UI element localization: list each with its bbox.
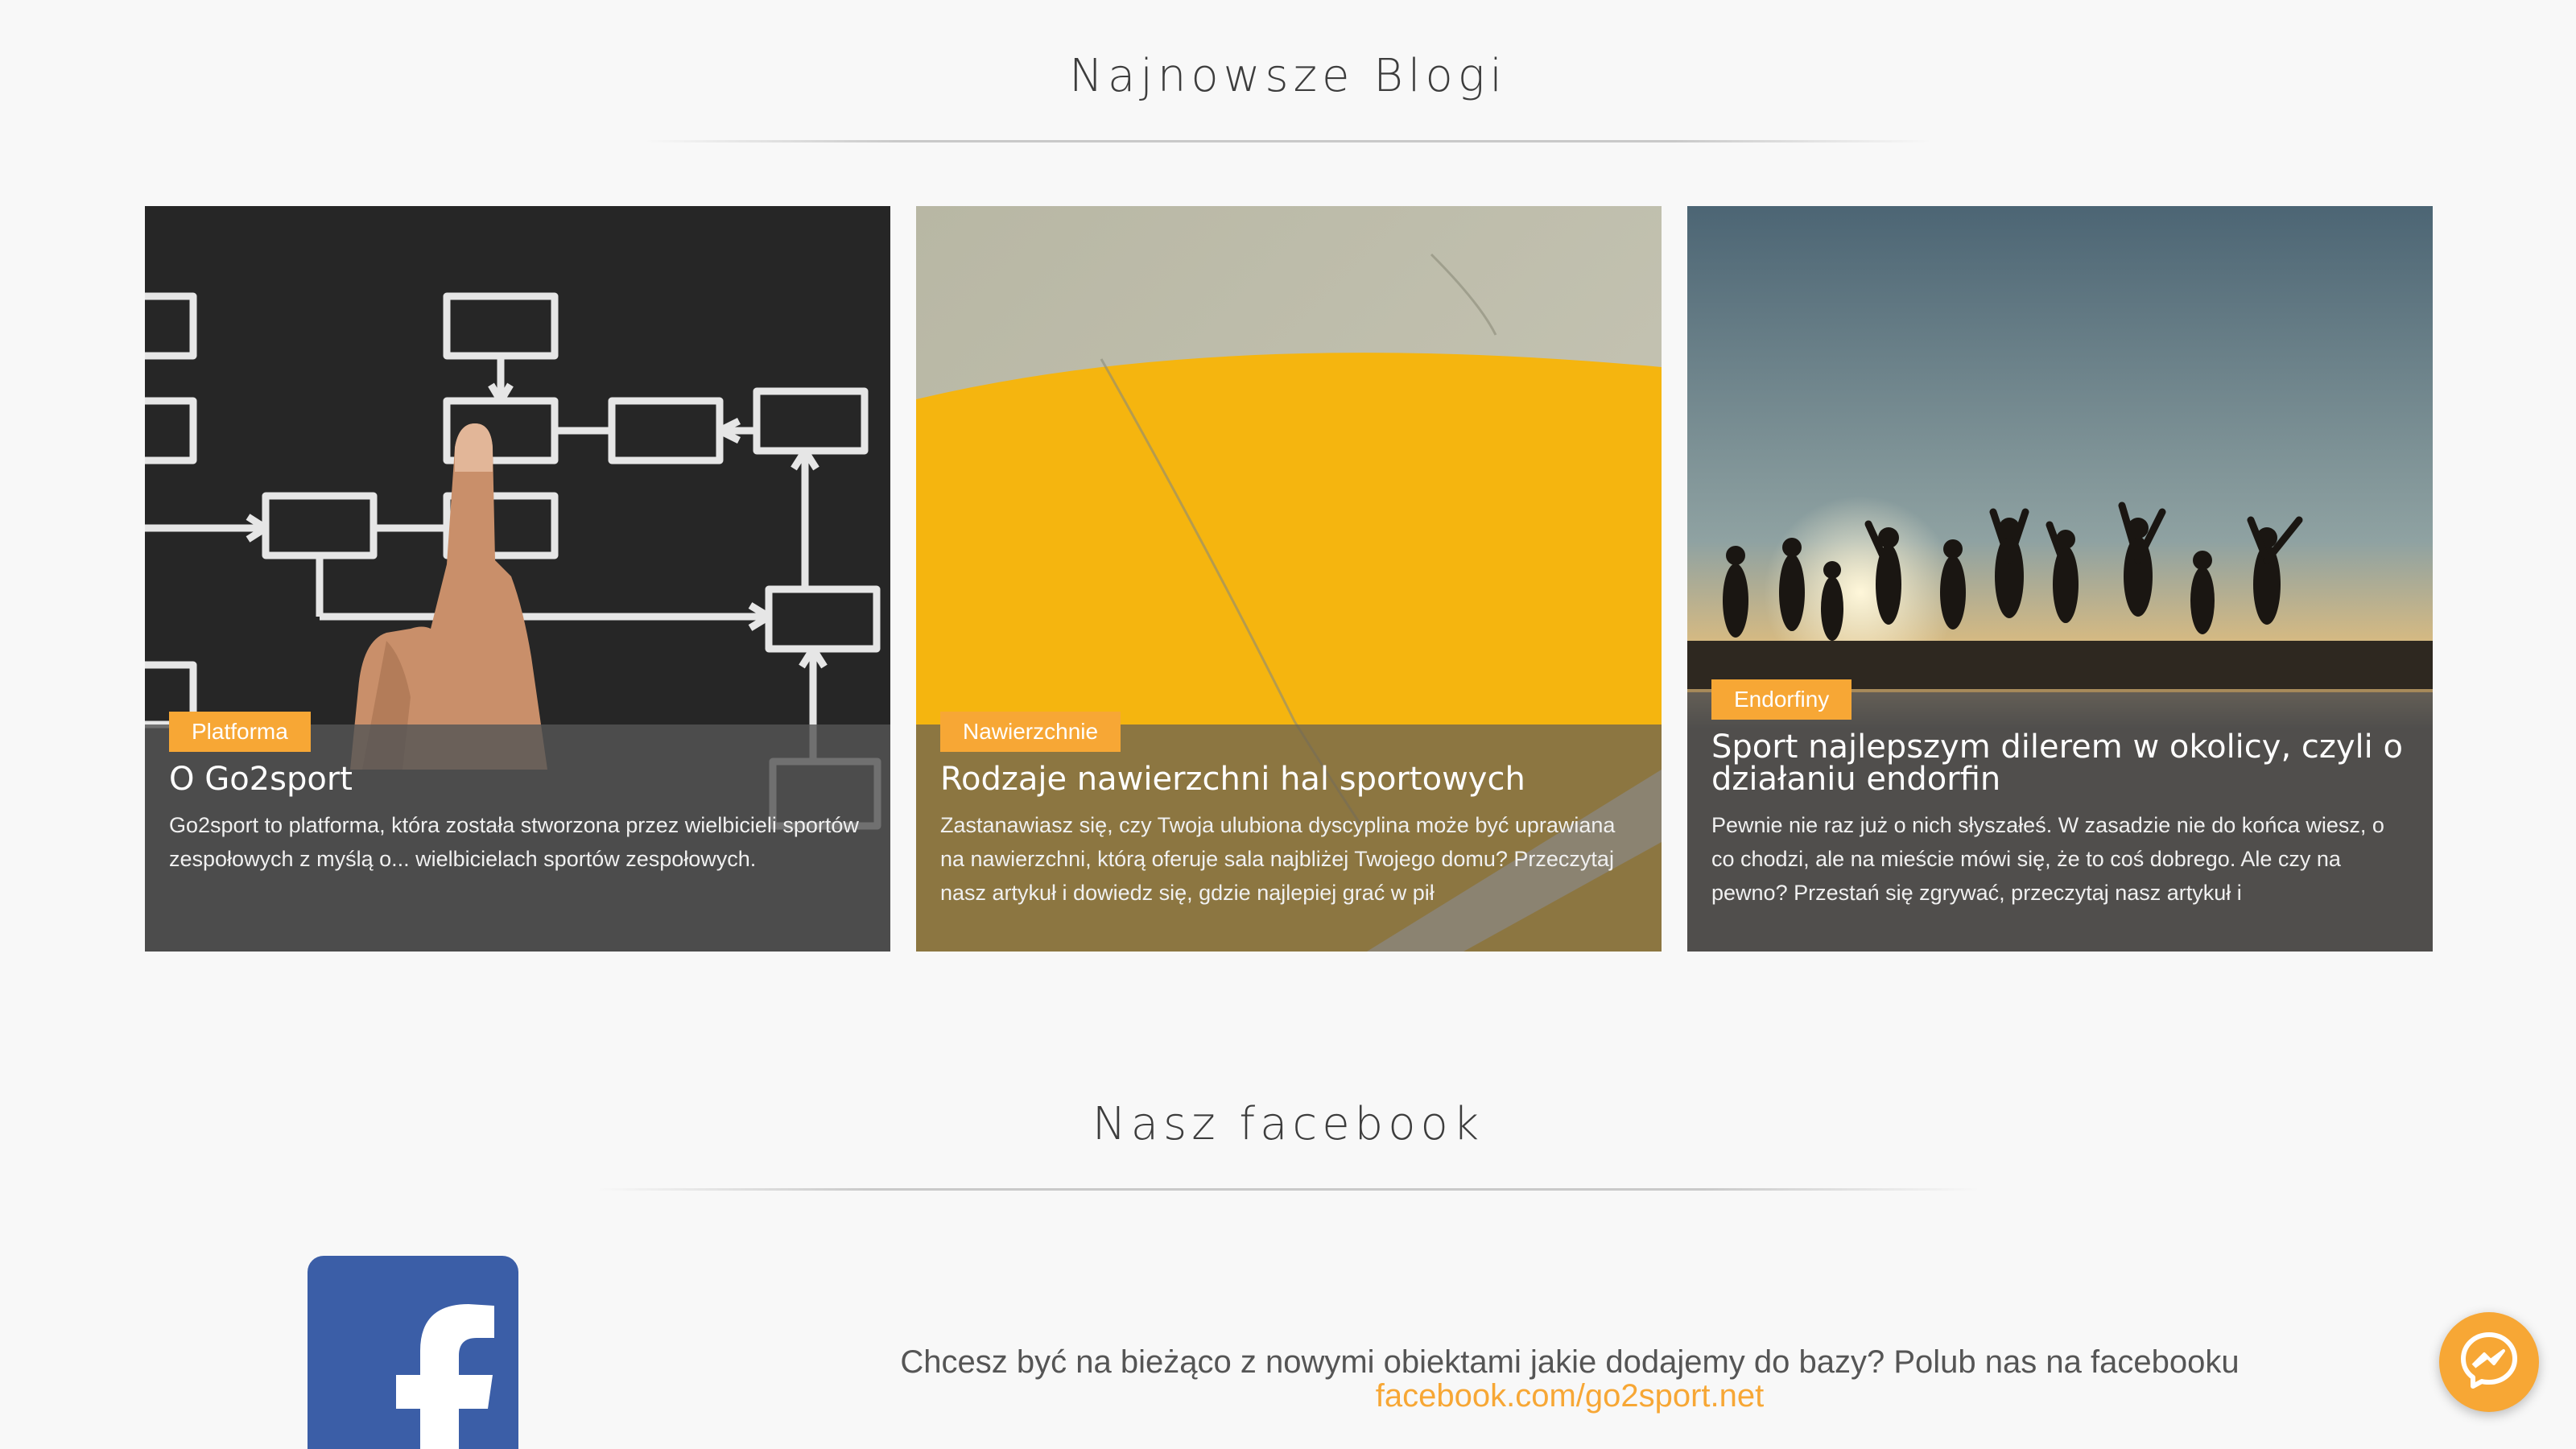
facebook-page-link[interactable]: facebook.com/go2sport.net [724, 1380, 2415, 1412]
blog-excerpt: Zastanawiasz się, czy Twoja ulubiona dys… [940, 813, 1616, 905]
blog-title[interactable]: O Go2sport [169, 763, 866, 795]
blog-excerpt: Pewnie nie raz już o nich słyszałeś. W z… [1711, 813, 2384, 905]
messenger-icon [2458, 1330, 2520, 1395]
blog-category-badge[interactable]: Nawierzchnie [940, 712, 1121, 752]
blog-card-platforma[interactable]: Platforma O Go2sport Go2sport to platfor… [145, 206, 890, 952]
facebook-heading: Nasz facebook [1092, 1098, 1484, 1150]
facebook-invite-text: Chcesz być na bieżąco z nowymi obiektami… [900, 1344, 2240, 1380]
blog-title[interactable]: Sport najlepszym dilerem w okolicy, czyl… [1711, 731, 2409, 795]
blog-excerpt: Go2sport to platforma, która została stw… [169, 813, 859, 871]
blogs-heading-divider [644, 140, 1932, 142]
blog-category-badge[interactable]: Platforma [169, 712, 311, 752]
blog-card-endorfiny[interactable]: Endorfiny Sport najlepszym dilerem w oko… [1687, 206, 2433, 952]
blog-card-nawierzchnie[interactable]: Nawierzchnie Rodzaje nawierzchni hal spo… [916, 206, 1662, 952]
facebook-heading-divider [596, 1188, 1980, 1191]
blog-category-badge[interactable]: Endorfiny [1711, 679, 1852, 720]
blogs-heading: Najnowsze Blogi [1069, 50, 1507, 102]
messenger-chat-button[interactable] [2439, 1312, 2539, 1412]
blog-title[interactable]: Rodzaje nawierzchni hal sportowych [940, 763, 1637, 795]
facebook-logo-icon[interactable] [308, 1256, 518, 1449]
